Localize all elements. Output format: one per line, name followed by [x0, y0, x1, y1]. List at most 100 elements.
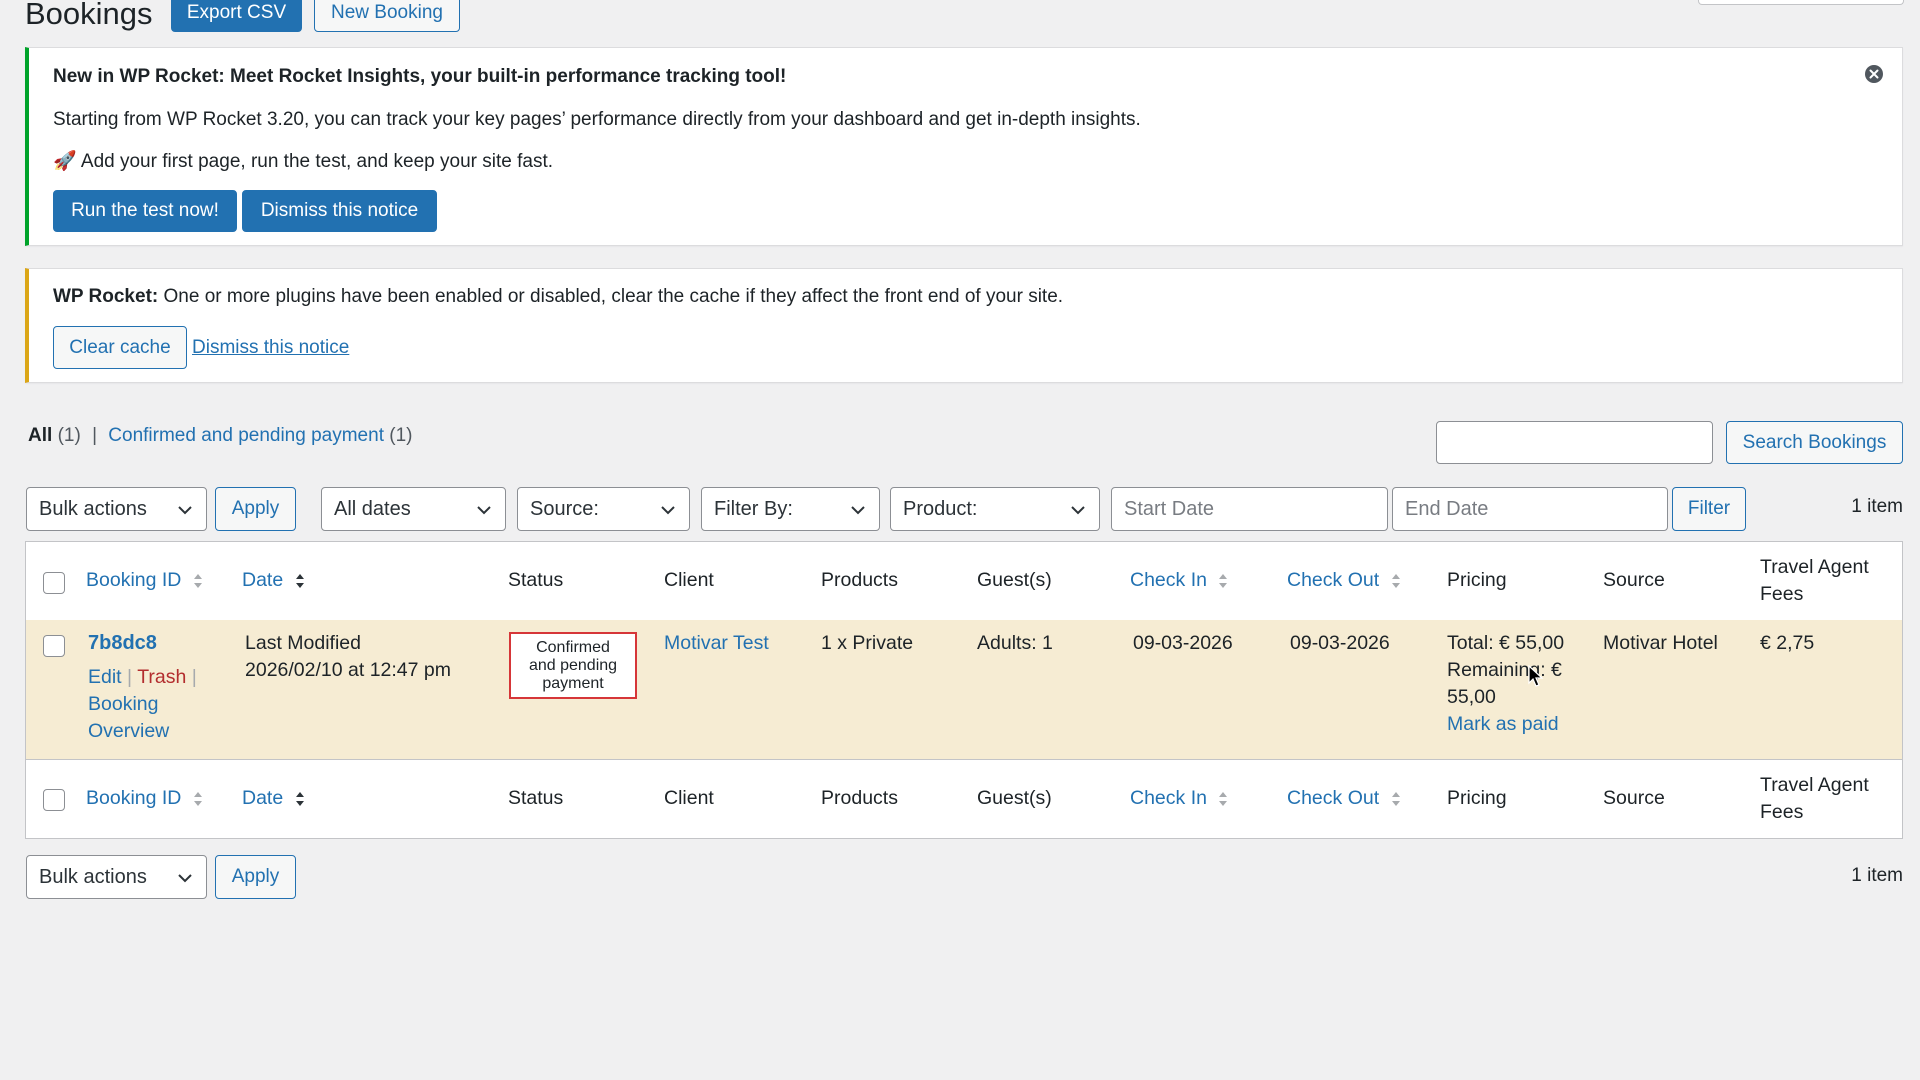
status-badge: Confirmed and pending payment: [509, 632, 637, 699]
col-pricing-footer: Pricing: [1447, 787, 1507, 809]
booking-id-link[interactable]: 7b8dc8: [88, 630, 157, 657]
export-csv-button[interactable]: Export CSV: [171, 0, 302, 32]
apply-button[interactable]: Apply: [215, 487, 296, 531]
dates-value: All dates: [334, 497, 411, 520]
bulk-actions-select[interactable]: Bulk actions: [26, 487, 207, 531]
product-value: Product:: [903, 497, 978, 520]
chevron-down-icon: [178, 874, 192, 883]
apply-button-bottom[interactable]: Apply: [215, 855, 296, 899]
status-line2: and pending: [528, 657, 618, 674]
notice-body: Starting from WP Rocket 3.20, you can tr…: [53, 109, 1141, 130]
status-line3: payment: [542, 675, 604, 692]
new-booking-button[interactable]: New Booking: [314, 0, 460, 32]
col-check-in-label: Check In: [1130, 569, 1207, 591]
col-fees-footer: Travel Agent Fees: [1760, 772, 1869, 826]
clear-cache-button[interactable]: Clear cache: [53, 326, 187, 369]
edit-link[interactable]: Edit: [88, 666, 122, 688]
col-client: Client: [664, 569, 714, 591]
sort-icon: [295, 573, 304, 588]
col-booking-id-label: Booking ID: [86, 569, 182, 591]
view-confirmed-count: (1): [389, 425, 413, 446]
col-check-out-footer[interactable]: Check Out: [1287, 785, 1401, 812]
views-list: All (1) | Confirmed and pending payment …: [28, 423, 413, 449]
col-source: Source: [1603, 569, 1665, 591]
rocket-cache-notice: WP Rocket: One or more plugins have been…: [25, 268, 1903, 383]
source-select[interactable]: Source:: [517, 487, 690, 531]
col-date-label: Date: [242, 787, 284, 809]
dismiss-insights-button[interactable]: Dismiss this notice: [242, 190, 437, 232]
col-booking-id[interactable]: Booking ID: [86, 567, 203, 594]
view-separator: |: [92, 425, 98, 446]
col-status: Status: [508, 569, 564, 591]
screen-options-tab[interactable]: [1698, 0, 1904, 5]
dismiss-cache-link[interactable]: Dismiss this notice: [192, 337, 349, 359]
col-check-out-label: Check Out: [1287, 569, 1380, 591]
client-link[interactable]: Motivar Test: [664, 630, 769, 657]
chevron-down-icon: [851, 506, 865, 515]
view-all-count: (1): [57, 425, 81, 446]
col-guests: Guest(s): [977, 569, 1052, 591]
col-date-footer[interactable]: Date: [242, 785, 305, 812]
col-check-out[interactable]: Check Out: [1287, 567, 1401, 594]
row-products: 1 x Private: [821, 632, 914, 654]
select-all-checkbox-footer[interactable]: [43, 789, 65, 811]
end-date-placeholder: End Date: [1405, 497, 1489, 520]
col-date[interactable]: Date: [242, 567, 305, 594]
chevron-down-icon: [1071, 506, 1085, 515]
mark-as-paid-link[interactable]: Mark as paid: [1447, 713, 1559, 735]
row-check-out: 09-03-2026: [1290, 632, 1390, 654]
table-row: 7b8dc8 Edit | Trash | Booking Overview L…: [26, 620, 1902, 760]
end-date-input[interactable]: End Date: [1392, 487, 1668, 531]
table-header-row: Booking ID Date Status Client Products G…: [26, 542, 1902, 621]
col-booking-id-footer[interactable]: Booking ID: [86, 785, 203, 812]
row-date-line2: 2026/02/10 at 12:47 pm: [245, 659, 451, 681]
col-fees-line2: Fees: [1760, 801, 1804, 823]
row-action-sep: |: [191, 666, 197, 688]
chevron-down-icon: [477, 506, 491, 515]
col-fees-line2: Fees: [1760, 583, 1804, 605]
col-products-footer: Products: [821, 787, 898, 809]
bulk-actions-select-bottom[interactable]: Bulk actions: [26, 855, 207, 899]
row-fees: € 2,75: [1760, 632, 1815, 654]
view-all[interactable]: All: [28, 425, 52, 446]
rocket-insights-notice: New in WP Rocket: Meet Rocket Insights, …: [25, 47, 1903, 246]
search-input[interactable]: [1436, 421, 1713, 464]
select-all-checkbox[interactable]: [43, 572, 65, 594]
filter-by-value: Filter By:: [714, 497, 793, 520]
sort-icon: [193, 573, 202, 588]
col-fees-line1: Travel Agent: [1760, 556, 1869, 578]
notice-heading: New in WP Rocket: Meet Rocket Insights, …: [53, 66, 787, 87]
col-client-footer: Client: [664, 787, 714, 809]
filter-by-select[interactable]: Filter By:: [701, 487, 880, 531]
product-select[interactable]: Product:: [890, 487, 1100, 531]
col-check-in[interactable]: Check In: [1130, 567, 1228, 594]
item-count-top: 1 item: [1851, 496, 1903, 517]
overview-line1: Booking: [88, 693, 159, 715]
sort-icon: [1391, 573, 1400, 588]
row-checkbox[interactable]: [43, 635, 65, 657]
booking-overview-link[interactable]: Booking Overview: [88, 691, 218, 745]
col-date-label: Date: [242, 569, 284, 591]
source-value: Source:: [530, 497, 599, 520]
trash-link[interactable]: Trash: [137, 666, 186, 688]
mouse-cursor-icon: [1528, 665, 1544, 687]
search-bookings-button[interactable]: Search Bookings: [1726, 421, 1903, 464]
dates-select[interactable]: All dates: [321, 487, 506, 531]
pricing-remaining-line2: 55,00: [1447, 686, 1496, 708]
item-count-bottom: 1 item: [1851, 865, 1903, 886]
status-line1: Confirmed: [536, 639, 610, 656]
run-test-button[interactable]: Run the test now!: [53, 190, 237, 232]
row-date: Last Modified 2026/02/10 at 12:47 pm: [245, 630, 451, 684]
row-date-line1: Last Modified: [245, 632, 361, 654]
pricing-total: Total: € 55,00: [1447, 632, 1565, 654]
row-actions: Edit | Trash | Booking Overview: [88, 664, 218, 745]
start-date-input[interactable]: Start Date: [1111, 487, 1388, 531]
col-fees-line1: Travel Agent: [1760, 774, 1869, 796]
row-source: Motivar Hotel: [1603, 632, 1718, 654]
close-notice-icon[interactable]: [1864, 64, 1884, 84]
filter-button[interactable]: Filter: [1672, 487, 1746, 531]
rocket-icon: 🚀: [53, 151, 77, 172]
page-title: Bookings: [25, 0, 153, 31]
col-check-in-footer[interactable]: Check In: [1130, 785, 1228, 812]
view-confirmed-pending[interactable]: Confirmed and pending payment: [108, 425, 384, 446]
